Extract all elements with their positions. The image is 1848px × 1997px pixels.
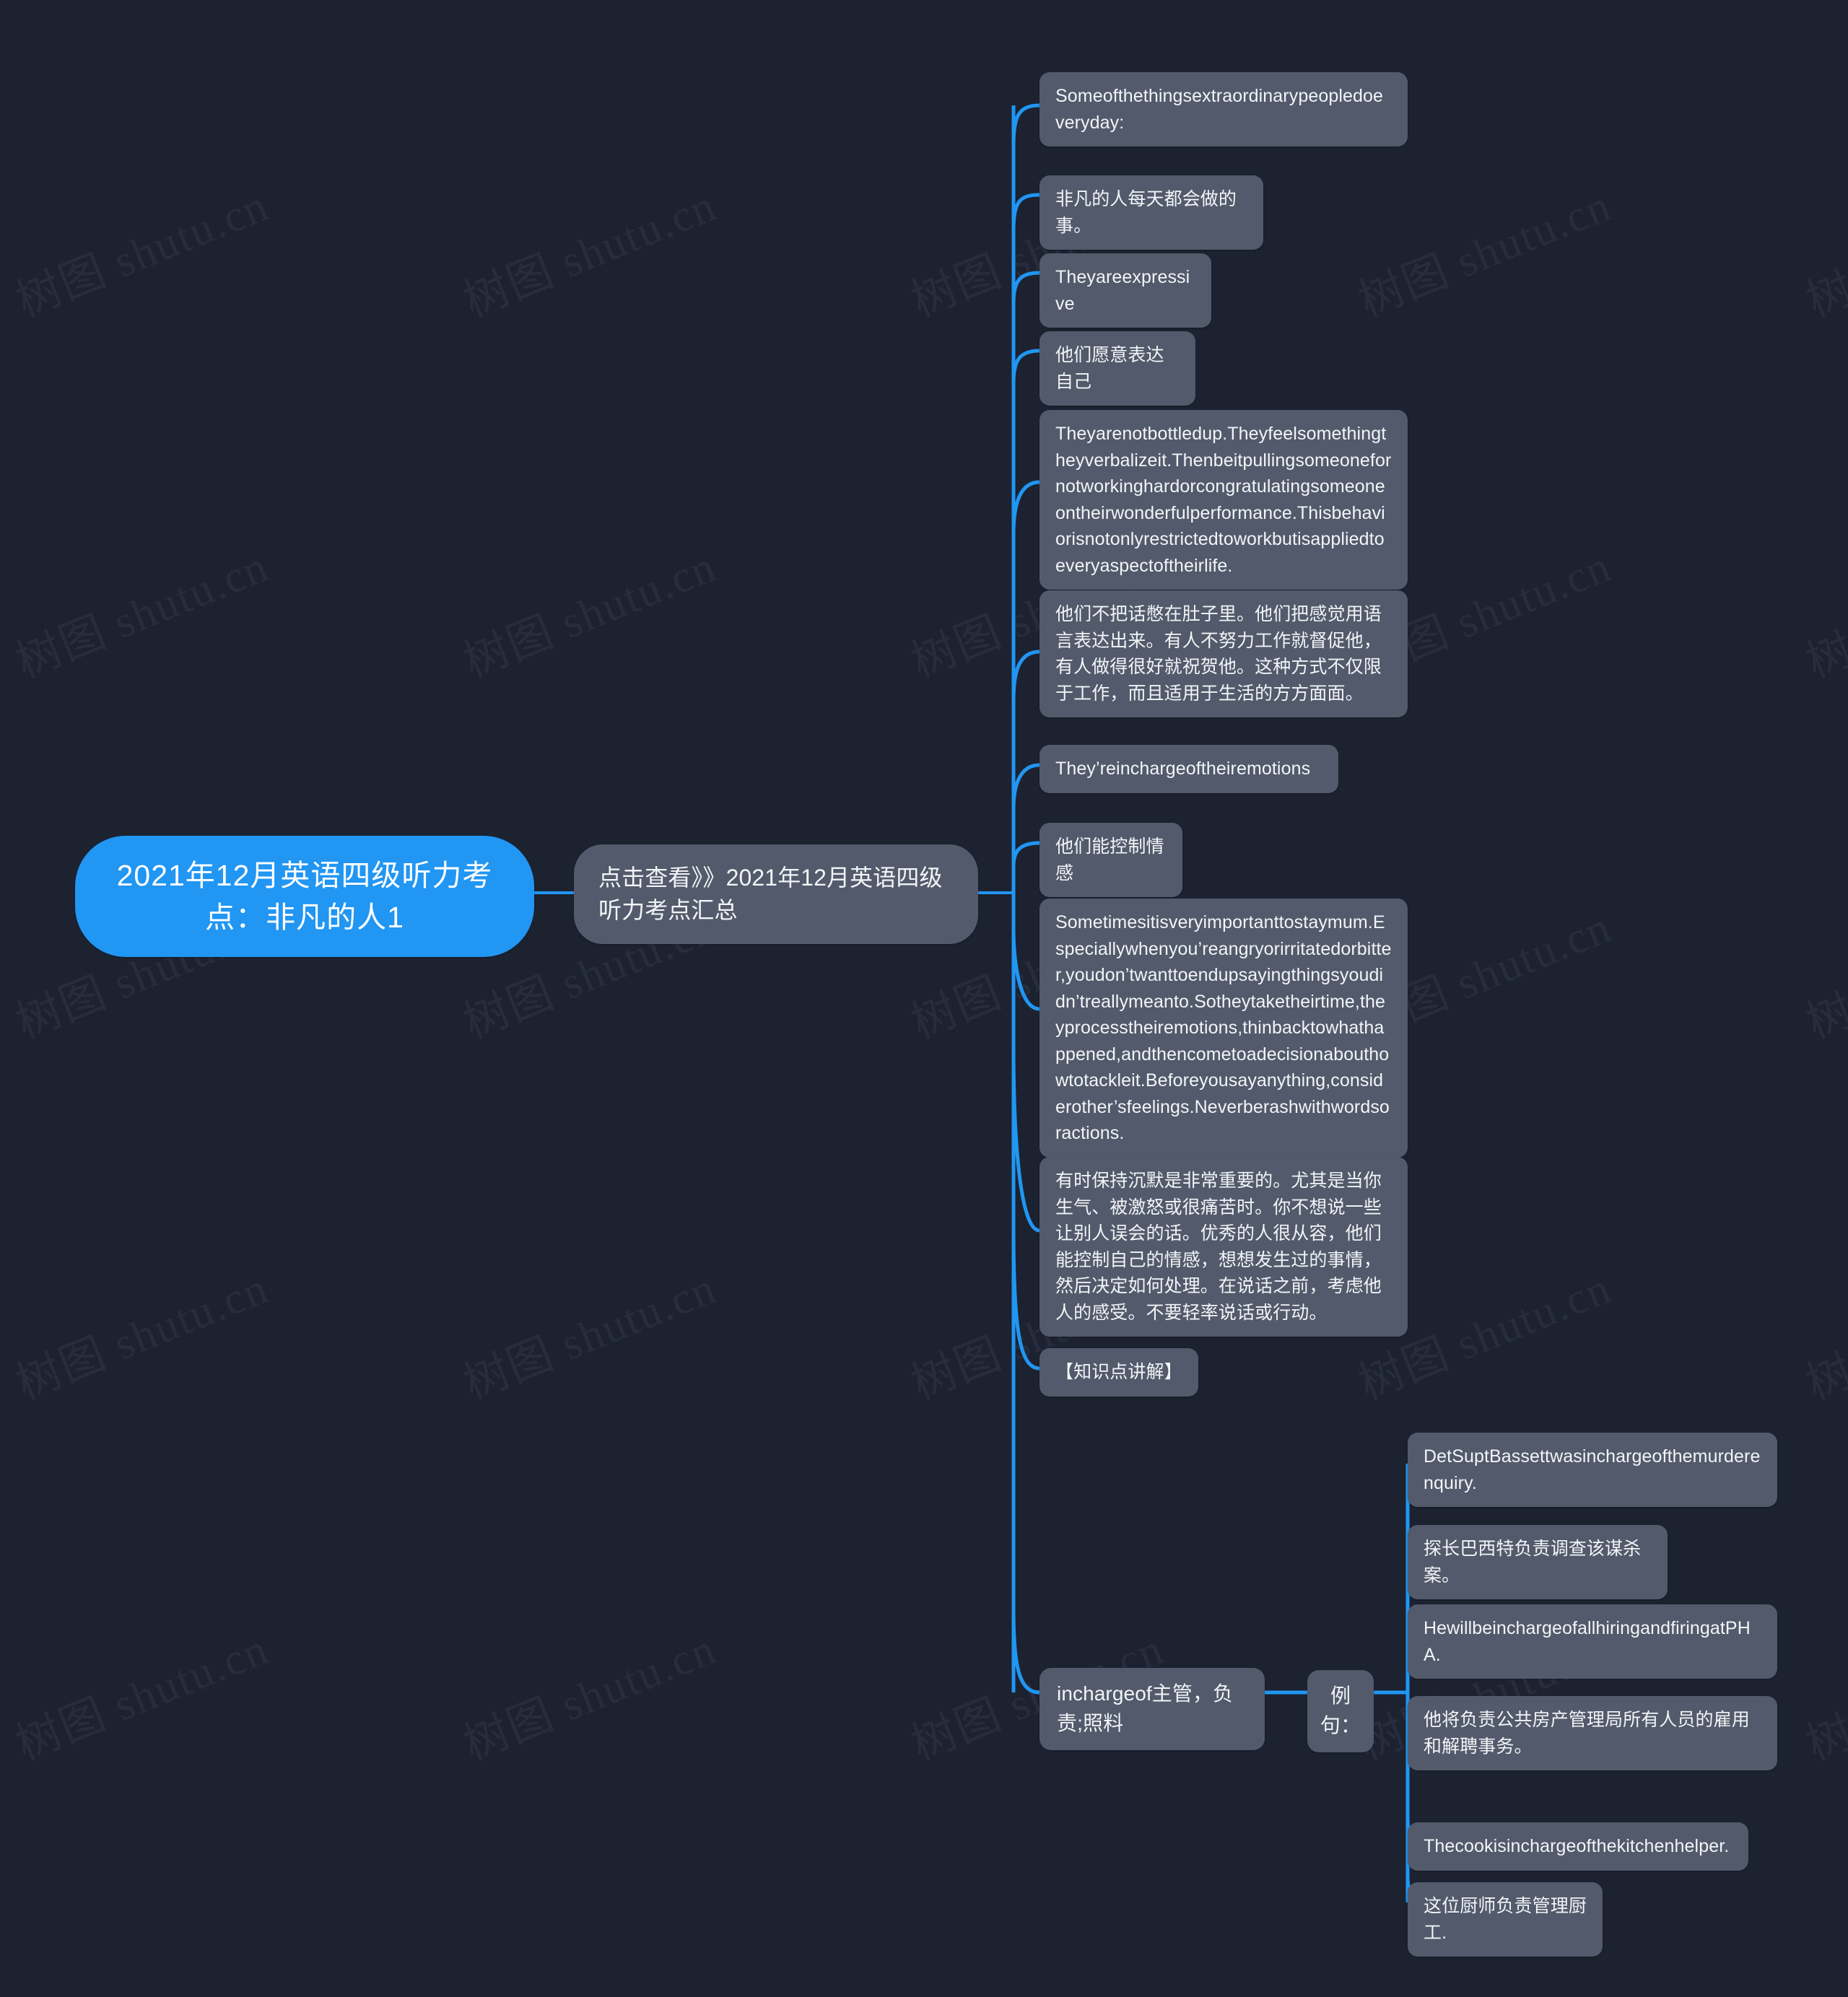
watermark-text: 树图 shutu.cn <box>1800 1264 1848 1410</box>
connector-branch-11 <box>1011 1226 1040 1371</box>
branch-node-2-label: 非凡的人每天都会做的事。 <box>1055 189 1237 236</box>
branch-node-11[interactable]: 【知识点讲解】 <box>1040 1348 1198 1397</box>
watermark-text: 树图 shutu.cn <box>1800 903 1848 1049</box>
example-node-1[interactable]: DetSuptBassettwasinchargeofthemurderenqu… <box>1408 1433 1777 1507</box>
connector-branch-10 <box>1011 1046 1040 1233</box>
branch-node-5-label: Theyarenotbottledup.Theyfeelsomethingthe… <box>1055 424 1392 576</box>
watermark-text: 树图 shutu.cn <box>457 180 723 327</box>
watermark-text: 树图 shutu.cn <box>1800 1625 1848 1770</box>
watermark-text: 树图 shutu.cn <box>457 541 723 688</box>
examples-parent-node[interactable]: 例句： <box>1307 1670 1374 1752</box>
example-node-4[interactable]: 他将负责公共房产管理局所有人员的雇用和解聘事务。 <box>1408 1696 1777 1770</box>
connector-branch-8 <box>1011 841 1040 867</box>
branch-node-8-label: 他们能控制情感 <box>1055 836 1164 883</box>
example-node-3-label: HewillbeinchargeofallhiringandfiringatPH… <box>1424 1618 1751 1665</box>
example-node-2-label: 探长巴西特负责调查该谋杀案。 <box>1424 1539 1642 1586</box>
level1-node-label: 点击查看》》2021年12月英语四级听力考点汇总 <box>598 865 943 923</box>
branch-node-3-label: Theyareexpressive <box>1055 267 1190 314</box>
branch-node-2[interactable]: 非凡的人每天都会做的事。 <box>1040 175 1263 250</box>
connector-branch-5 <box>1011 480 1040 535</box>
branch-node-4-label: 他们愿意表达自己 <box>1055 345 1164 392</box>
watermark-text: 树图 shutu.cn <box>457 1263 723 1410</box>
branch-node-4[interactable]: 他们愿意表达自己 <box>1040 331 1195 406</box>
watermark-text: 树图 shutu.cn <box>9 541 276 688</box>
watermark-text: 树图 shutu.cn <box>9 1263 276 1410</box>
connector-branch-3 <box>1011 271 1040 304</box>
branch-node-12-label: inchargeof主管，负责;照料 <box>1057 1682 1234 1734</box>
branch-node-8[interactable]: 他们能控制情感 <box>1040 823 1182 897</box>
root-node[interactable]: 2021年12月英语四级听力考点：非凡的人1 <box>75 836 534 958</box>
watermark-text: 树图 shutu.cn <box>900 1973 1172 1997</box>
watermark-text: 树图 shutu.cn <box>9 180 276 327</box>
branch-node-9[interactable]: Sometimesitisveryimportanttostaymum.Espe… <box>1040 899 1408 1158</box>
connector-branch-2 <box>1011 193 1040 232</box>
branch-node-1-label: Someofthethingsextraordinarypeopledoever… <box>1055 86 1384 133</box>
watermark-text: 树图 shutu.cn <box>5 1973 277 1997</box>
connector-branch-4 <box>1011 349 1040 383</box>
watermark-text: 树图 shutu.cn <box>9 1624 276 1770</box>
branch-node-11-label: 【知识点讲解】 <box>1055 1362 1182 1382</box>
branch-node-10[interactable]: 有时保持沉默是非常重要的。尤其是当你生气、被激怒或很痛苦时。你不想说一些让别人误… <box>1040 1157 1408 1337</box>
examples-parent-label: 例句： <box>1320 1684 1361 1736</box>
branch-node-6[interactable]: 他们不把话憋在肚子里。他们把感觉用语言表达出来。有人不努力工作就督促他，有人做得… <box>1040 590 1408 717</box>
example-node-5-label: Thecookisinchargeofthekitchenhelper. <box>1424 1836 1730 1856</box>
example-node-6-label: 这位厨师负责管理厨工. <box>1424 1896 1587 1943</box>
mindmap-canvas: 树图 shutu.cn 树图 shutu.cn 树图 shutu.cn 树图 shut… <box>0 0 1848 1997</box>
branch-node-12[interactable]: inchargeof主管，负责;照料 <box>1040 1668 1265 1750</box>
connector-branch-12 <box>1011 1609 1040 1695</box>
watermark-text: 树图 shutu.cn <box>1800 542 1848 688</box>
branch-node-3[interactable]: Theyareexpressive <box>1040 253 1211 328</box>
root-node-label: 2021年12月英语四级听力考点：非凡的人1 <box>116 859 493 935</box>
branch-node-9-label: Sometimesitisveryimportanttostaymum.Espe… <box>1055 912 1392 1143</box>
branch-node-5[interactable]: Theyarenotbottledup.Theyfeelsomethingthe… <box>1040 410 1408 590</box>
example-node-3[interactable]: HewillbeinchargeofallhiringandfiringatPH… <box>1408 1604 1777 1679</box>
example-node-6[interactable]: 这位厨师负责管理厨工. <box>1408 1882 1603 1957</box>
branch-node-7[interactable]: They’reinchargeoftheiremotions <box>1040 745 1338 793</box>
watermark-text: 树图 shutu.cn <box>457 1624 723 1770</box>
branch-node-6-label: 他们不把话憋在肚子里。他们把感觉用语言表达出来。有人不努力工作就督促他，有人做得… <box>1055 604 1382 704</box>
connector-branch-6 <box>1011 650 1040 701</box>
connector-branch-1 <box>1011 103 1040 145</box>
level1-node[interactable]: 点击查看》》2021年12月英语四级听力考点汇总 <box>574 844 978 944</box>
connector-branch-9 <box>1011 930 1040 1011</box>
watermark-text: 树图 shutu.cn <box>453 1973 725 1997</box>
branch-node-1[interactable]: Someofthethingsextraordinarypeopledoever… <box>1040 72 1408 147</box>
example-node-1-label: DetSuptBassettwasinchargeofthemurderenqu… <box>1424 1446 1761 1493</box>
branch-node-10-label: 有时保持沉默是非常重要的。尤其是当你生气、被激怒或很痛苦时。你不想说一些让别人误… <box>1055 1171 1382 1323</box>
branch-node-7-label: They’reinchargeoftheiremotions <box>1055 759 1311 779</box>
watermark-text: 树图 shutu.cn <box>1800 181 1848 327</box>
connector-branch-7 <box>1011 763 1040 809</box>
example-node-5[interactable]: Thecookisinchargeofthekitchenhelper. <box>1408 1822 1748 1871</box>
watermark-text: 树图 shutu.cn <box>1352 180 1618 327</box>
watermark-text: 树图 shutu.cn <box>1348 1973 1620 1997</box>
watermark-text: 树图 shutu.cn <box>1795 1973 1848 1997</box>
example-node-2[interactable]: 探长巴西特负责调查该谋杀案。 <box>1408 1525 1668 1599</box>
example-node-4-label: 他将负责公共房产管理局所有人员的雇用和解聘事务。 <box>1424 1710 1750 1757</box>
